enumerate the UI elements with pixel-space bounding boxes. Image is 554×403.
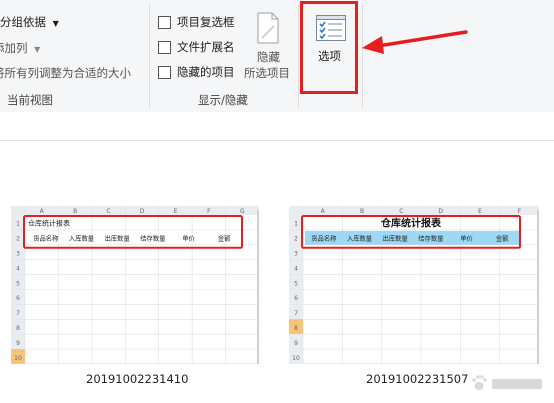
sheet-header-cell: 结存数量 bbox=[418, 234, 444, 243]
sheet-header-cell: 单价 bbox=[460, 234, 473, 243]
thumbnail-shadow bbox=[537, 210, 539, 364]
sheet-title: 仓库统计报表 bbox=[28, 219, 70, 228]
row-number: 9 bbox=[294, 340, 298, 347]
header-row-fill bbox=[305, 230, 519, 245]
column-letter: E bbox=[478, 208, 482, 215]
sheet-title: 仓库统计报表 bbox=[380, 217, 442, 230]
sheet-header-cell: 金额 bbox=[496, 234, 509, 243]
file-name-label: 20191002231507 bbox=[366, 372, 469, 386]
column-letter: F bbox=[518, 208, 522, 215]
file-item[interactable]: A B C D E F G 1 2 3 4 5 6 7 8 9 10 仓库统计报表 货品名称 入库数量 出库数量 结存数量… bbox=[10, 205, 260, 368]
column-header-band bbox=[11, 206, 259, 215]
chevron-down-icon: ▼ bbox=[34, 45, 41, 54]
column-letter: B bbox=[360, 208, 364, 215]
size-all-columns-button[interactable]: 将所有列调整为合适的大小 bbox=[0, 66, 131, 80]
row-number: 8 bbox=[16, 325, 20, 332]
annotation-arrow-icon bbox=[362, 30, 468, 54]
row-number: 6 bbox=[16, 295, 20, 302]
column-letter: C bbox=[399, 208, 403, 215]
checkbox[interactable] bbox=[158, 16, 171, 29]
row-number: 3 bbox=[294, 251, 298, 258]
file-extensions-label: 文件扩展名 bbox=[177, 40, 235, 54]
row-number: 10 bbox=[14, 355, 22, 362]
checkbox[interactable] bbox=[158, 66, 171, 79]
row-number: 2 bbox=[16, 236, 20, 243]
ribbon-view-tab: 分组依据 ▼ 添加列 ▼ 将所有列调整为合适的大小 当前视图 项目复选框 文件扩… bbox=[0, 0, 554, 113]
group-label-current-view: 当前视图 bbox=[7, 93, 53, 107]
baidu-paw-icon bbox=[472, 375, 542, 390]
watermark bbox=[470, 373, 550, 399]
sheet-header-cell: 入库数量 bbox=[347, 234, 373, 243]
sheet-header-cell: 货品名称 bbox=[33, 234, 59, 243]
sheet-header-cell: 货品名称 bbox=[311, 234, 337, 243]
column-header-band bbox=[289, 206, 539, 215]
row-number: 10 bbox=[292, 355, 300, 362]
hide-selected-items-button[interactable]: 隐藏 所选项目 bbox=[243, 8, 295, 86]
column-letter: C bbox=[106, 208, 110, 215]
hide-selected-line1: 隐藏 bbox=[257, 50, 280, 64]
column-letter: G bbox=[240, 208, 245, 215]
group-by-button[interactable]: 分组依据 ▼ bbox=[0, 15, 59, 31]
column-letter: F bbox=[207, 208, 211, 215]
row-number: 7 bbox=[16, 310, 20, 317]
row-number: 6 bbox=[294, 295, 298, 302]
sheet-header-cell: 出库数量 bbox=[105, 234, 131, 243]
checkbox[interactable] bbox=[158, 41, 171, 54]
annotation-highlight-box bbox=[300, 1, 358, 94]
thumbnail-shadow bbox=[257, 210, 259, 364]
row-number: 1 bbox=[294, 221, 298, 228]
file-thumbnail: A B C D E F12345678910仓库统计报表货品名称 入库数量 出库数量 结存数量单… bbox=[288, 205, 540, 365]
group-by-label: 分组依据 bbox=[0, 15, 46, 29]
row-number: 3 bbox=[16, 251, 20, 258]
group-separator bbox=[149, 4, 150, 108]
sheet-header-cell: 入库数量 bbox=[69, 234, 95, 243]
add-column-label: 添加列 bbox=[0, 41, 28, 55]
hide-file-icon bbox=[257, 12, 279, 44]
sheet-header-cell: 金额 bbox=[218, 234, 231, 243]
column-header-strip bbox=[0, 112, 554, 141]
item-checkboxes-label: 项目复选框 bbox=[177, 15, 235, 29]
sheet-header-cell: 结存数量 bbox=[140, 234, 166, 243]
hide-selected-line2: 所选项目 bbox=[244, 66, 290, 80]
sheet-header-cell: 单价 bbox=[182, 234, 195, 243]
row-number: 8 bbox=[294, 325, 298, 332]
file-thumbnail: A B C D E F G12345678910仓库统计报表货品名称 入库数量 出库数量 结存数量… bbox=[10, 205, 260, 365]
add-column-button[interactable]: 添加列 ▼ bbox=[0, 41, 40, 57]
group-separator bbox=[298, 4, 299, 108]
row-number: 4 bbox=[16, 265, 20, 272]
row-number: 4 bbox=[294, 265, 298, 272]
file-name-label: 20191002231410 bbox=[86, 372, 189, 386]
row-number: 5 bbox=[16, 280, 20, 287]
row-number: 5 bbox=[294, 280, 298, 287]
file-item[interactable]: A B C D E F 1 2 3 4 5 6 7 8 9 10 仓库统计报表 货品名称 入库数量 出库数量 结存数量单… bbox=[288, 205, 540, 368]
column-letter: E bbox=[174, 208, 178, 215]
chevron-down-icon: ▼ bbox=[52, 19, 59, 28]
row-number: 9 bbox=[16, 340, 20, 347]
column-letter: D bbox=[140, 208, 145, 215]
row-number: 2 bbox=[294, 236, 298, 243]
hidden-items-label: 隐藏的项目 bbox=[177, 65, 235, 79]
row-number: 7 bbox=[294, 310, 298, 317]
column-letter: D bbox=[438, 208, 443, 215]
column-letter: B bbox=[73, 208, 77, 215]
group-label-show-hide: 显示/隐藏 bbox=[198, 93, 248, 107]
sheet-header-cell: 出库数量 bbox=[383, 234, 409, 243]
row-number: 1 bbox=[16, 221, 20, 228]
